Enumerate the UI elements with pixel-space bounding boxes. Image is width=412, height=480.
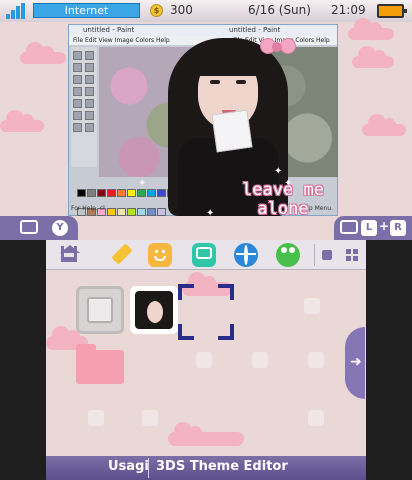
- camera-icon: [20, 220, 38, 234]
- empty-slot[interactable]: [88, 410, 104, 426]
- sparkle-icon: ✦: [206, 208, 215, 216]
- network-status: Internet: [33, 3, 140, 18]
- home-settings-icon[interactable]: [58, 243, 82, 267]
- sparkle-icon: ✦: [218, 132, 227, 143]
- footer-bar: Usagi 3DS Theme Editor: [46, 456, 366, 480]
- cloud-decoration: [168, 422, 244, 446]
- r-button: R: [390, 220, 406, 236]
- cloud-decoration: [362, 114, 406, 136]
- globe-icon[interactable]: [234, 243, 258, 267]
- cloud-decoration: [20, 42, 66, 64]
- signal-strength-icon: [6, 3, 28, 19]
- cloud-decoration: [348, 18, 394, 40]
- caption-line-1: leave me: [242, 180, 324, 200]
- selection-cursor: [178, 284, 234, 340]
- sparkle-icon: ✦: [284, 178, 293, 189]
- y-button: Y: [52, 220, 68, 236]
- wallpaper-caption: leave me alone: [218, 180, 338, 217]
- cloud-decoration: [0, 110, 44, 132]
- date: 6/16 (Sun): [248, 3, 311, 17]
- paint-status-text: For Help, cl: [71, 205, 105, 212]
- empty-slot[interactable]: [142, 410, 158, 426]
- caption-line-2: alone: [257, 199, 309, 217]
- play-coin-count: 300: [170, 3, 193, 17]
- sparkle-icon: ✦: [274, 166, 283, 177]
- camera-shortcut-tab[interactable]: Y: [0, 216, 78, 240]
- bottom-toolbar: [46, 240, 366, 270]
- bottom-screen: Usagi 3DS Theme Editor: [46, 240, 366, 480]
- paint-toolbox: [71, 47, 97, 167]
- plus-sign: +: [379, 219, 390, 233]
- next-page-arrow[interactable]: ➜: [345, 327, 365, 399]
- screenshot-shortcut-tab[interactable]: L + R: [334, 216, 412, 240]
- app-slot-photo[interactable]: [130, 286, 178, 334]
- top-screen: Internet $ 300 6/16 (Sun) 21:09 untitled…: [0, 0, 412, 240]
- app-slot-blank[interactable]: [76, 286, 124, 334]
- top-wallpaper: untitled - Paint untitled - Paint File E…: [68, 24, 338, 216]
- people-icon[interactable]: [276, 243, 300, 267]
- camera-icon: [340, 220, 358, 234]
- clock: 21:09: [331, 3, 366, 17]
- empty-slot[interactable]: [252, 352, 268, 368]
- empty-slot[interactable]: [196, 352, 212, 368]
- arrow-right-icon: ➜: [350, 354, 362, 370]
- play-coin-icon: $: [150, 4, 163, 17]
- empty-slot[interactable]: [304, 298, 320, 314]
- battery-icon: [377, 4, 407, 18]
- l-button: L: [361, 220, 377, 236]
- empty-slot[interactable]: [308, 352, 324, 368]
- view-toggle-icon[interactable]: [318, 243, 342, 267]
- chat-icon[interactable]: [192, 243, 216, 267]
- cloud-decoration: [352, 46, 394, 68]
- grid-icon[interactable]: [342, 243, 366, 267]
- author-name: Usagi: [108, 459, 149, 474]
- smiley-icon[interactable]: [148, 243, 172, 267]
- sparkle-icon: ✦: [230, 142, 239, 153]
- theme-title: 3DS Theme Editor: [156, 459, 288, 474]
- hair-bow-icon: [260, 36, 298, 58]
- status-bar: Internet $ 300 6/16 (Sun) 21:09: [0, 0, 412, 22]
- pencil-icon[interactable]: [108, 243, 133, 267]
- sparkle-icon: ✦: [138, 178, 147, 189]
- empty-slot[interactable]: [308, 410, 324, 426]
- folder-icon[interactable]: [76, 344, 124, 384]
